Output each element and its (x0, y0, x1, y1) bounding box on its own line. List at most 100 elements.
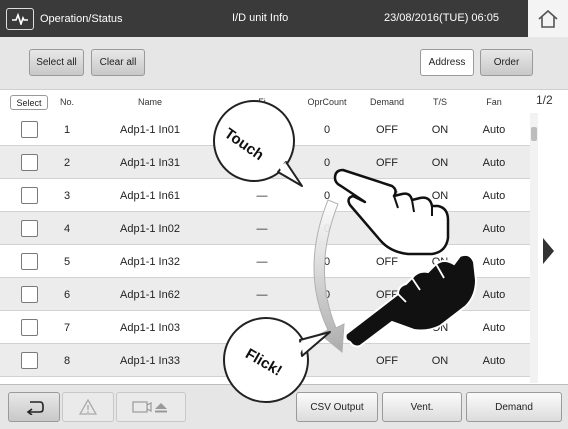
row-fi (242, 311, 282, 344)
clear-all-button[interactable]: Clear all (91, 49, 145, 76)
row-fan: Auto (482, 189, 506, 202)
unit-info-label: I/D unit Info (232, 12, 289, 24)
row-name: Adp1-1 In02 (120, 222, 180, 235)
row-fan: Auto (482, 321, 506, 334)
home-button[interactable] (528, 0, 568, 37)
vent-button[interactable]: Vent. (382, 392, 462, 422)
row-fan: Auto (482, 222, 506, 235)
table-row[interactable]: 4 Adp1-1 In02 — 0 OFF ON Auto (0, 212, 530, 245)
scroll-thumb[interactable] (531, 127, 537, 141)
row-checkbox[interactable] (21, 187, 38, 204)
unit-eject-button[interactable] (116, 392, 186, 422)
row-name: Adp1-1 In62 (120, 288, 180, 301)
row-no: 7 (63, 321, 71, 334)
col-fi: Fi (258, 97, 266, 107)
row-demand: OFF (376, 189, 398, 202)
col-demand: Demand (369, 97, 405, 107)
bottom-bar: CSV Output Vent. Demand (0, 384, 568, 429)
row-opr-count: 0 (323, 288, 331, 301)
row-fan: Auto (482, 156, 506, 169)
table-row[interactable]: 3 Adp1-1 In61 — 0 OFF ON Auto (0, 179, 530, 212)
table-row[interactable]: 6 Adp1-1 In62 — 0 OFF ON Auto (0, 278, 530, 311)
row-name: Adp1-1 In61 (120, 189, 180, 202)
row-no: 3 (63, 189, 71, 202)
row-ts: ON (431, 288, 449, 301)
row-fi: — (256, 189, 268, 202)
row-no: 8 (63, 354, 71, 367)
table-row[interactable]: 7 Adp1-1 In03 ON Auto (0, 311, 530, 344)
scrollbar[interactable] (530, 113, 538, 383)
select-column-button[interactable]: Select (10, 95, 48, 110)
row-no: 1 (63, 123, 71, 136)
row-name: Adp1-1 In03 (120, 321, 180, 334)
row-ts: ON (431, 222, 449, 235)
home-icon (538, 9, 558, 28)
row-no: 4 (63, 222, 71, 235)
row-opr-count: 0 (323, 189, 331, 202)
row-opr-count: 0 (323, 156, 331, 169)
row-ts: ON (431, 255, 449, 268)
waveform-icon (6, 7, 34, 30)
row-name: Adp1-1 In01 (120, 123, 180, 136)
header-bar: Operation/Status I/D unit Info 23/08/201… (0, 0, 568, 37)
row-opr-count: 0 (323, 222, 331, 235)
table-row[interactable]: 1 Adp1-1 In01 0 OFF ON Auto (0, 113, 530, 146)
row-checkbox[interactable] (21, 319, 38, 336)
row-fan: Auto (482, 255, 506, 268)
row-ts: ON (431, 321, 449, 334)
row-opr-count (306, 344, 348, 377)
table-row[interactable]: 5 Adp1-1 In32 — 0 OFF ON Auto (0, 245, 530, 278)
warning-icon (79, 399, 97, 415)
row-checkbox[interactable] (21, 286, 38, 303)
row-opr-count: 0 (323, 123, 331, 136)
row-no: 2 (63, 156, 71, 169)
demand-button[interactable]: Demand (466, 392, 562, 422)
row-ts: ON (431, 123, 449, 136)
back-button[interactable] (8, 392, 60, 422)
row-no: 6 (63, 288, 71, 301)
toolbar: Select all Clear all Address Order (0, 37, 568, 90)
page-indicator: 1/2 (536, 93, 553, 107)
row-checkbox[interactable] (21, 220, 38, 237)
row-demand: OFF (376, 156, 398, 169)
row-name: Adp1-1 In31 (120, 156, 180, 169)
operation-status-menu[interactable]: Operation/Status (6, 6, 176, 31)
row-fi: — (256, 222, 268, 235)
page-title: Operation/Status (40, 12, 123, 25)
row-no: 5 (63, 255, 71, 268)
unit-list[interactable]: 1 Adp1-1 In01 0 OFF ON Auto 2 Adp1-1 In31 0 OFF ON… (0, 113, 530, 383)
row-demand: OFF (376, 255, 398, 268)
row-checkbox[interactable] (21, 352, 38, 369)
csv-output-button[interactable]: CSV Output (296, 392, 378, 422)
row-demand: OFF (376, 288, 398, 301)
unit-eject-icon (132, 401, 167, 413)
col-name: Name (137, 97, 162, 107)
row-demand: OFF (376, 222, 398, 235)
row-opr-count (306, 311, 348, 344)
row-opr-count: 0 (323, 255, 331, 268)
row-name: Adp1-1 In32 (120, 255, 180, 268)
sort-order-button[interactable]: Order (480, 49, 533, 76)
row-fan: Auto (482, 123, 506, 136)
row-checkbox[interactable] (21, 253, 38, 270)
row-name: Adp1-1 In33 (120, 354, 180, 367)
row-fan: Auto (482, 354, 506, 367)
col-ts: T/S (432, 97, 447, 107)
row-ts: ON (431, 189, 449, 202)
back-icon (26, 401, 44, 415)
sort-address-button[interactable]: Address (420, 49, 474, 76)
col-fan: Fan (486, 97, 502, 107)
row-demand (362, 311, 412, 344)
row-checkbox[interactable] (21, 121, 38, 138)
row-fan: Auto (482, 288, 506, 301)
row-ts: ON (431, 354, 449, 367)
col-no: No. (59, 97, 74, 107)
row-checkbox[interactable] (21, 154, 38, 171)
datetime-label: 23/08/2016(TUE) 06:05 (384, 12, 499, 24)
next-page-icon[interactable] (543, 238, 554, 264)
row-fi: — (256, 288, 268, 301)
select-all-button[interactable]: Select all (29, 49, 84, 76)
row-ts: ON (431, 156, 449, 169)
col-opr-count: OprCount (307, 97, 347, 107)
warning-button[interactable] (62, 392, 114, 422)
